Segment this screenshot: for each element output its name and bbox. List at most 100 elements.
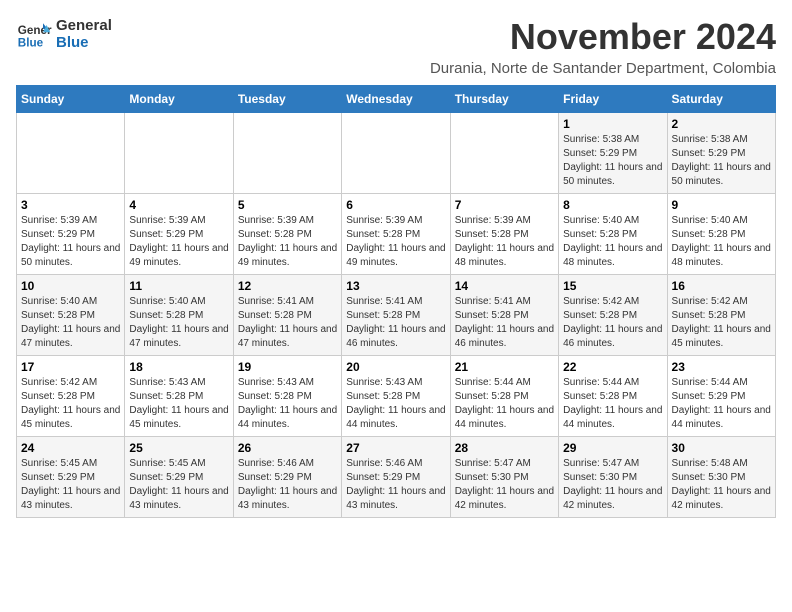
day-info: Sunrise: 5:46 AM Sunset: 5:29 PM Dayligh…	[238, 457, 337, 513]
day-number: 22	[563, 360, 662, 374]
logo-line1: General	[56, 17, 112, 34]
day-info: Sunrise: 5:44 AM Sunset: 5:28 PM Dayligh…	[455, 376, 554, 432]
calendar-cell: 27Sunrise: 5:46 AM Sunset: 5:29 PM Dayli…	[342, 437, 450, 518]
calendar-cell	[233, 113, 341, 194]
day-info: Sunrise: 5:42 AM Sunset: 5:28 PM Dayligh…	[21, 376, 120, 432]
col-monday: Monday	[125, 86, 233, 113]
calendar-cell: 21 Sunrise: 5:44 AM Sunset: 5:28 PM Dayli…	[450, 356, 558, 437]
calendar-cell: 17 Sunrise: 5:42 AM Sunset: 5:28 PM Dayli…	[17, 356, 125, 437]
day-info: Sunrise: 5:41 AM Sunset: 5:28 PM Dayligh…	[238, 295, 337, 351]
day-number: 14	[455, 279, 554, 293]
calendar-cell: 1Sunrise: 5:38 AM Sunset: 5:29 PM Daylig…	[559, 113, 667, 194]
day-number: 13	[346, 279, 445, 293]
location-subtitle: Durania, Norte de Santander Department, …	[430, 60, 776, 77]
calendar-cell: 15Sunrise: 5:42 AM Sunset: 5:28 PM Dayli…	[559, 275, 667, 356]
title-section: November 2024 Durania, Norte de Santande…	[430, 16, 776, 77]
day-number: 12	[238, 279, 337, 293]
logo-icon: General Blue	[16, 16, 52, 52]
calendar-cell: 12 Sunrise: 5:41 AM Sunset: 5:28 PM Dayli…	[233, 275, 341, 356]
day-number: 10	[21, 279, 120, 293]
day-info: Sunrise: 5:43 AM Sunset: 5:28 PM Dayligh…	[238, 376, 337, 432]
col-friday: Friday	[559, 86, 667, 113]
day-info: Sunrise: 5:39 AM Sunset: 5:29 PM Dayligh…	[129, 214, 228, 270]
day-number: 24	[21, 441, 120, 455]
calendar-cell: 6 Sunrise: 5:39 AM Sunset: 5:28 PM Daylig…	[342, 194, 450, 275]
day-number: 7	[455, 198, 554, 212]
calendar-table: Sunday Monday Tuesday Wednesday Thursday…	[16, 85, 776, 518]
col-sunday: Sunday	[17, 86, 125, 113]
day-info: Sunrise: 5:44 AM Sunset: 5:29 PM Dayligh…	[672, 376, 771, 432]
calendar-cell: 14 Sunrise: 5:41 AM Sunset: 5:28 PM Dayli…	[450, 275, 558, 356]
calendar-cell: 26 Sunrise: 5:46 AM Sunset: 5:29 PM Dayli…	[233, 437, 341, 518]
day-info: Sunrise: 5:48 AM Sunset: 5:30 PM Dayligh…	[672, 457, 771, 513]
day-number: 23	[672, 360, 771, 374]
calendar-cell: 11 Sunrise: 5:40 AM Sunset: 5:28 PM Dayli…	[125, 275, 233, 356]
day-info: Sunrise: 5:47 AM Sunset: 5:30 PM Dayligh…	[563, 457, 662, 513]
day-number: 15	[563, 279, 662, 293]
calendar-cell: 3Sunrise: 5:39 AM Sunset: 5:29 PM Daylig…	[17, 194, 125, 275]
calendar-cell: 28 Sunrise: 5:47 AM Sunset: 5:30 PM Dayli…	[450, 437, 558, 518]
day-number: 6	[346, 198, 445, 212]
calendar-cell: 22 Sunrise: 5:44 AM Sunset: 5:28 PM Dayli…	[559, 356, 667, 437]
day-number: 21	[455, 360, 554, 374]
calendar-cell: 8Sunrise: 5:40 AM Sunset: 5:28 PM Daylig…	[559, 194, 667, 275]
logo: General Blue General Blue	[16, 16, 112, 52]
day-info: Sunrise: 5:44 AM Sunset: 5:28 PM Dayligh…	[563, 376, 662, 432]
calendar-cell: 2Sunrise: 5:38 AM Sunset: 5:29 PM Daylig…	[667, 113, 775, 194]
day-info: Sunrise: 5:40 AM Sunset: 5:28 PM Dayligh…	[21, 295, 120, 351]
day-number: 28	[455, 441, 554, 455]
calendar-week-row: 17 Sunrise: 5:42 AM Sunset: 5:28 PM Dayli…	[17, 356, 776, 437]
calendar-cell: 4 Sunrise: 5:39 AM Sunset: 5:29 PM Daylig…	[125, 194, 233, 275]
day-info: Sunrise: 5:40 AM Sunset: 5:28 PM Dayligh…	[672, 214, 771, 270]
day-info: Sunrise: 5:47 AM Sunset: 5:30 PM Dayligh…	[455, 457, 554, 513]
day-info: Sunrise: 5:39 AM Sunset: 5:28 PM Dayligh…	[238, 214, 337, 270]
calendar-cell	[125, 113, 233, 194]
day-info: Sunrise: 5:45 AM Sunset: 5:29 PM Dayligh…	[129, 457, 228, 513]
calendar-cell: 18 Sunrise: 5:43 AM Sunset: 5:28 PM Dayli…	[125, 356, 233, 437]
col-wednesday: Wednesday	[342, 86, 450, 113]
calendar-cell: 23 Sunrise: 5:44 AM Sunset: 5:29 PM Dayli…	[667, 356, 775, 437]
logo-line2: Blue	[56, 34, 112, 51]
col-saturday: Saturday	[667, 86, 775, 113]
day-info: Sunrise: 5:40 AM Sunset: 5:28 PM Dayligh…	[129, 295, 228, 351]
calendar-week-row: 3Sunrise: 5:39 AM Sunset: 5:29 PM Daylig…	[17, 194, 776, 275]
day-info: Sunrise: 5:39 AM Sunset: 5:28 PM Dayligh…	[346, 214, 445, 270]
calendar-cell	[17, 113, 125, 194]
day-number: 4	[129, 198, 228, 212]
day-number: 18	[129, 360, 228, 374]
calendar-cell: 13 Sunrise: 5:41 AM Sunset: 5:28 PM Dayli…	[342, 275, 450, 356]
calendar-cell: 20Sunrise: 5:43 AM Sunset: 5:28 PM Dayli…	[342, 356, 450, 437]
day-number: 5	[238, 198, 337, 212]
day-number: 8	[563, 198, 662, 212]
day-info: Sunrise: 5:43 AM Sunset: 5:28 PM Dayligh…	[129, 376, 228, 432]
svg-text:Blue: Blue	[18, 37, 44, 50]
calendar-cell: 25Sunrise: 5:45 AM Sunset: 5:29 PM Dayli…	[125, 437, 233, 518]
day-info: Sunrise: 5:41 AM Sunset: 5:28 PM Dayligh…	[346, 295, 445, 351]
col-tuesday: Tuesday	[233, 86, 341, 113]
day-info: Sunrise: 5:41 AM Sunset: 5:28 PM Dayligh…	[455, 295, 554, 351]
calendar-week-row: 10 Sunrise: 5:40 AM Sunset: 5:28 PM Dayli…	[17, 275, 776, 356]
calendar-cell	[342, 113, 450, 194]
day-info: Sunrise: 5:38 AM Sunset: 5:29 PM Dayligh…	[563, 133, 662, 189]
day-number: 27	[346, 441, 445, 455]
day-info: Sunrise: 5:45 AM Sunset: 5:29 PM Dayligh…	[21, 457, 120, 513]
day-number: 19	[238, 360, 337, 374]
day-number: 17	[21, 360, 120, 374]
calendar-cell: 10 Sunrise: 5:40 AM Sunset: 5:28 PM Dayli…	[17, 275, 125, 356]
day-number: 29	[563, 441, 662, 455]
day-number: 11	[129, 279, 228, 293]
day-number: 9	[672, 198, 771, 212]
day-number: 26	[238, 441, 337, 455]
calendar-cell: 29 Sunrise: 5:47 AM Sunset: 5:30 PM Dayli…	[559, 437, 667, 518]
calendar-header-row: Sunday Monday Tuesday Wednesday Thursday…	[17, 86, 776, 113]
day-info: Sunrise: 5:42 AM Sunset: 5:28 PM Dayligh…	[672, 295, 771, 351]
calendar-cell: 9 Sunrise: 5:40 AM Sunset: 5:28 PM Daylig…	[667, 194, 775, 275]
day-info: Sunrise: 5:38 AM Sunset: 5:29 PM Dayligh…	[672, 133, 771, 189]
day-info: Sunrise: 5:43 AM Sunset: 5:28 PM Dayligh…	[346, 376, 445, 432]
col-thursday: Thursday	[450, 86, 558, 113]
calendar-cell: 7 Sunrise: 5:39 AM Sunset: 5:28 PM Daylig…	[450, 194, 558, 275]
day-info: Sunrise: 5:39 AM Sunset: 5:28 PM Dayligh…	[455, 214, 554, 270]
day-info: Sunrise: 5:39 AM Sunset: 5:29 PM Dayligh…	[21, 214, 120, 270]
day-number: 16	[672, 279, 771, 293]
calendar-cell: 19 Sunrise: 5:43 AM Sunset: 5:28 PM Dayli…	[233, 356, 341, 437]
